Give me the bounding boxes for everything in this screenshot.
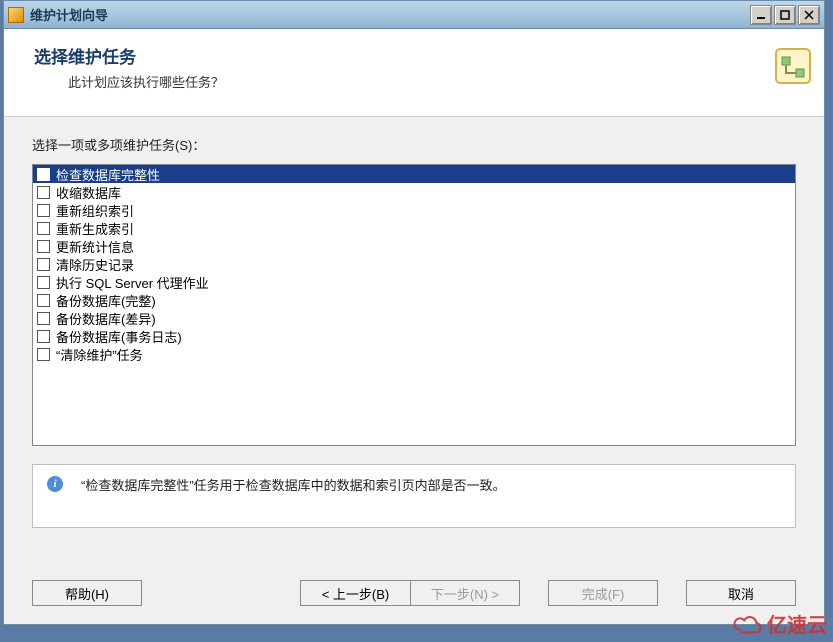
task-item[interactable]: 备份数据库(事务日志) — [33, 327, 795, 345]
task-item[interactable]: 重新组织索引 — [33, 201, 795, 219]
wizard-header-icon — [756, 39, 814, 97]
task-checkbox[interactable] — [37, 294, 50, 307]
task-label: 执行 SQL Server 代理作业 — [56, 273, 209, 292]
task-item[interactable]: 收缩数据库 — [33, 183, 795, 201]
header-panel: 选择维护任务 此计划应该执行哪些任务？ — [4, 29, 824, 117]
task-label: 备份数据库(差异) — [56, 309, 156, 328]
task-item[interactable]: 执行 SQL Server 代理作业 — [33, 273, 795, 291]
window-controls — [750, 5, 820, 25]
page-title: 选择维护任务 — [34, 43, 804, 68]
window-title: 维护计划向导 — [30, 5, 750, 24]
maximize-button[interactable] — [774, 5, 796, 25]
task-item[interactable]: 检查数据库完整性 — [33, 165, 795, 183]
task-checkbox[interactable] — [37, 258, 50, 271]
task-checkbox[interactable] — [37, 276, 50, 289]
minimize-button[interactable] — [750, 5, 772, 25]
watermark-icon — [733, 612, 763, 636]
description-box: i “检查数据库完整性”任务用于检查数据库中的数据和索引页内部是否一致。 — [32, 464, 796, 528]
minimize-icon — [756, 10, 766, 20]
watermark: 亿速云 — [733, 609, 827, 638]
wizard-window: 维护计划向导 选择维护任务 此计划应该执行哪些任务？ 选择一项或多项维护任务(S… — [3, 0, 825, 625]
task-label: 检查数据库完整性 — [56, 165, 160, 184]
close-button[interactable] — [798, 5, 820, 25]
task-label: 重新组织索引 — [56, 201, 134, 220]
task-label: 收缩数据库 — [56, 183, 121, 202]
task-label: 备份数据库(事务日志) — [56, 327, 182, 346]
back-button[interactable]: < 上一步(B) — [300, 580, 410, 606]
task-item[interactable]: 重新生成索引 — [33, 219, 795, 237]
titlebar: 维护计划向导 — [4, 1, 824, 29]
button-row: 帮助(H) < 上一步(B) 下一步(N) > 完成(F) 取消 — [4, 562, 824, 624]
task-label: 更新统计信息 — [56, 237, 134, 256]
task-label: 清除历史记录 — [56, 255, 134, 274]
task-checkbox[interactable] — [37, 348, 50, 361]
finish-button[interactable]: 完成(F) — [548, 580, 658, 606]
cancel-button[interactable]: 取消 — [686, 580, 796, 606]
task-item[interactable]: 清除历史记录 — [33, 255, 795, 273]
task-item[interactable]: 备份数据库(完整) — [33, 291, 795, 309]
task-listbox[interactable]: 检查数据库完整性收缩数据库重新组织索引重新生成索引更新统计信息清除历史记录执行 … — [32, 164, 796, 446]
task-checkbox[interactable] — [37, 168, 50, 181]
task-label: 备份数据库(完整) — [56, 291, 156, 310]
content-area: 选择一项或多项维护任务(S)： 检查数据库完整性收缩数据库重新组织索引重新生成索… — [4, 117, 824, 562]
task-item[interactable]: 更新统计信息 — [33, 237, 795, 255]
close-icon — [804, 10, 814, 20]
task-label: “清除维护”任务 — [56, 345, 143, 364]
maximize-icon — [780, 10, 790, 20]
task-checkbox[interactable] — [37, 312, 50, 325]
watermark-text: 亿速云 — [767, 609, 827, 638]
spacer — [32, 446, 796, 464]
task-checkbox[interactable] — [37, 204, 50, 217]
help-button[interactable]: 帮助(H) — [32, 580, 142, 606]
app-icon — [8, 7, 24, 23]
task-checkbox[interactable] — [37, 222, 50, 235]
task-label: 重新生成索引 — [56, 219, 134, 238]
description-text: “检查数据库完整性”任务用于检查数据库中的数据和索引页内部是否一致。 — [81, 475, 506, 494]
task-item[interactable]: 备份数据库(差异) — [33, 309, 795, 327]
task-checkbox[interactable] — [37, 330, 50, 343]
task-checkbox[interactable] — [37, 240, 50, 253]
info-icon: i — [47, 476, 63, 492]
task-item[interactable]: “清除维护”任务 — [33, 345, 795, 363]
page-subtitle: 此计划应该执行哪些任务？ — [68, 72, 804, 91]
nav-button-pair: < 上一步(B) 下一步(N) > — [300, 580, 520, 606]
task-prompt: 选择一项或多项维护任务(S)： — [32, 135, 796, 154]
task-checkbox[interactable] — [37, 186, 50, 199]
next-button[interactable]: 下一步(N) > — [410, 580, 520, 606]
